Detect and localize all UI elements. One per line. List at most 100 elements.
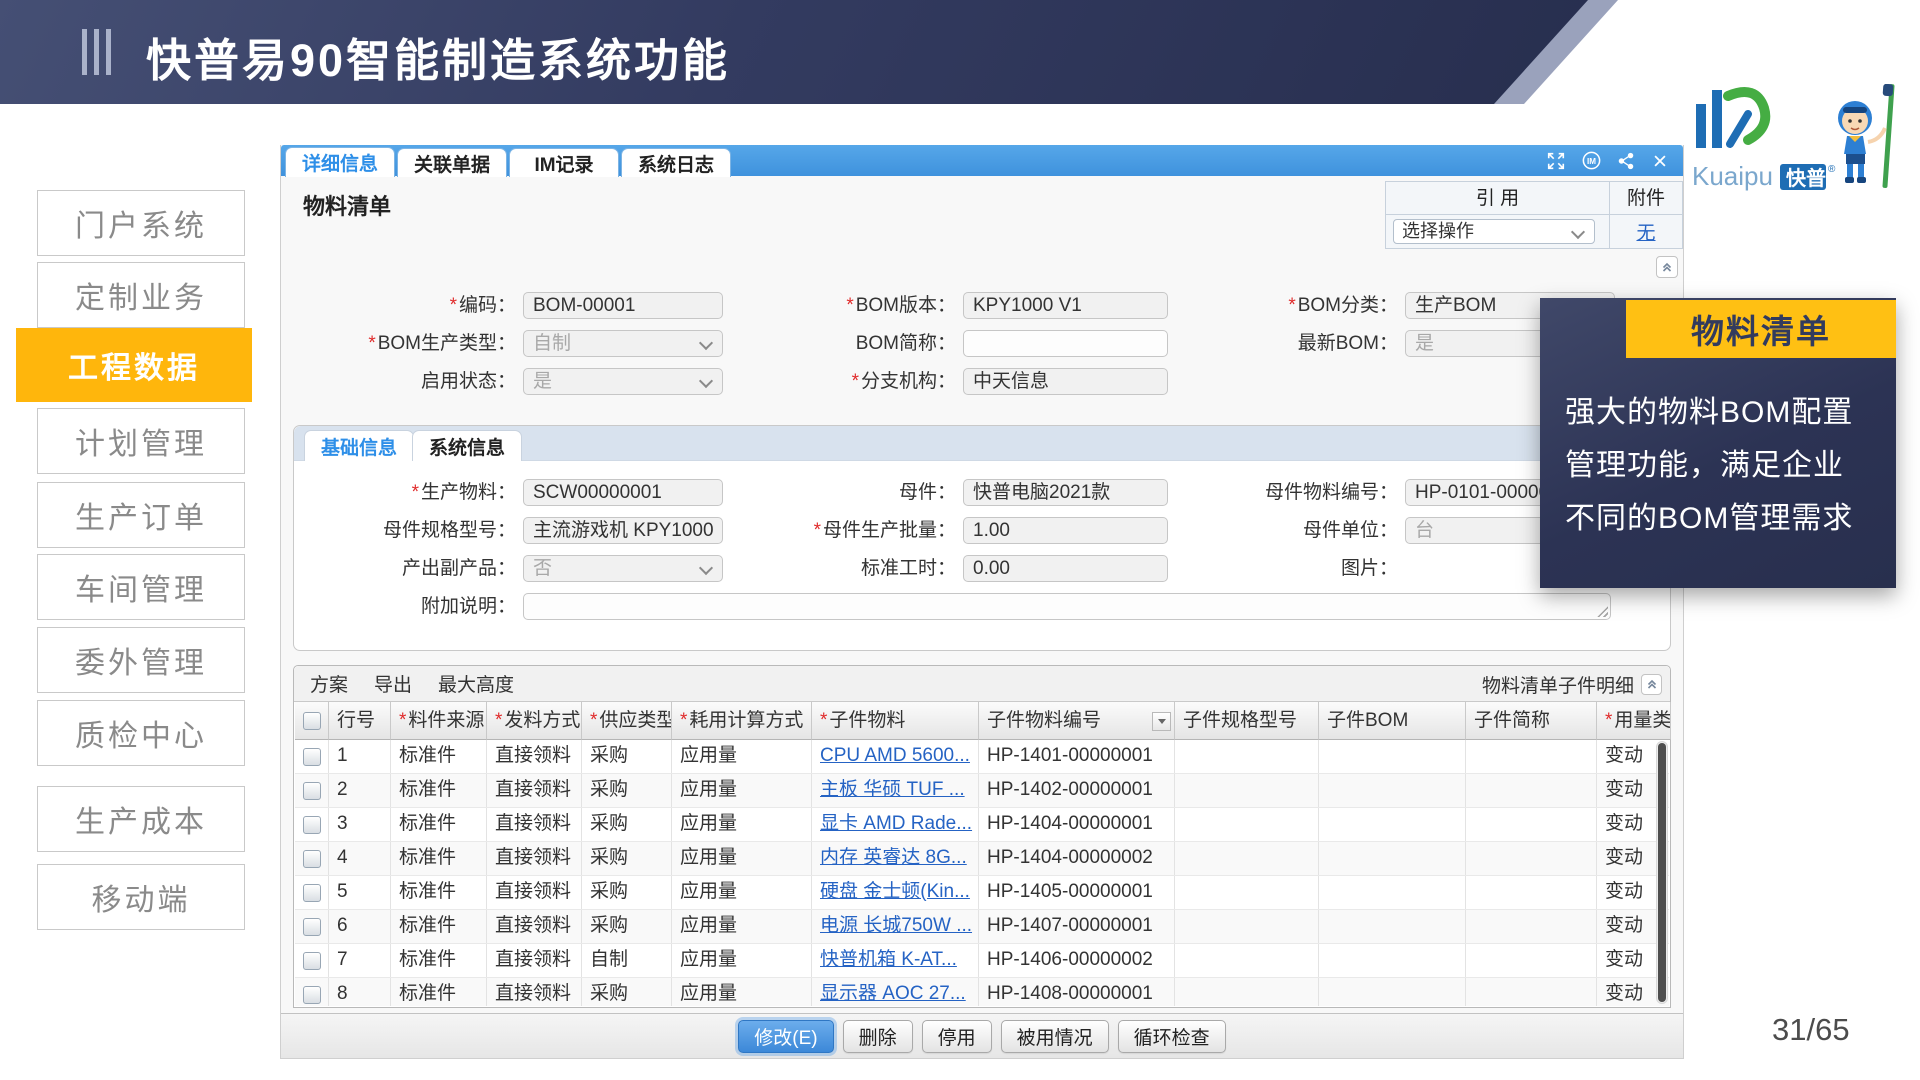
footer-button-1[interactable]: 修改(E) — [738, 1020, 833, 1053]
im-icon[interactable]: IM — [1580, 149, 1603, 172]
field-input[interactable]: KPY1000 V1 — [963, 292, 1168, 319]
field-select[interactable]: 自制 — [523, 330, 723, 357]
field-input[interactable]: 主流游戏机 KPY1000 — [523, 517, 723, 544]
column-header-11[interactable]: *用量类型 — [1597, 702, 1671, 740]
table-cell: 直接领料 — [487, 740, 582, 773]
share-icon[interactable] — [1614, 149, 1637, 172]
field-input[interactable] — [963, 330, 1168, 357]
child-material-link[interactable]: 显卡 AMD Rade... — [820, 813, 972, 834]
toolbar-item-1[interactable]: 方案 — [310, 670, 348, 697]
attachment-link[interactable]: 无 — [1636, 218, 1655, 245]
collapse-section-button[interactable] — [1656, 256, 1678, 278]
table-row[interactable]: 6标准件直接领料采购应用量电源 长城750W ...HP-1407-000000… — [295, 910, 1669, 944]
field-input[interactable]: BOM-00001 — [523, 292, 723, 319]
field-input[interactable]: 0.00 — [963, 555, 1168, 582]
field-select[interactable]: 否 — [523, 555, 723, 582]
sidebar-item-7[interactable]: 委外管理 — [37, 627, 245, 693]
table-cell: 自制 — [582, 944, 672, 977]
column-header-8[interactable]: 子件规格型号 — [1175, 702, 1319, 740]
sidebar-item-4[interactable]: 计划管理 — [37, 408, 245, 474]
field-select[interactable]: 是 — [523, 368, 723, 395]
row-checkbox[interactable] — [303, 918, 321, 936]
child-material-link[interactable]: 电源 长城750W ... — [820, 915, 972, 936]
select-all-checkbox[interactable] — [303, 712, 321, 730]
sidebar-item-10[interactable]: 移动端 — [37, 864, 245, 930]
resize-grip[interactable] — [1597, 606, 1608, 617]
basic-tab-2[interactable]: 系统信息 — [412, 430, 522, 461]
sidebar-item-2[interactable]: 定制业务 — [37, 262, 245, 328]
window-tab-3[interactable]: IM记录 — [509, 148, 619, 177]
table-row[interactable]: 8标准件直接领料采购应用量显示器 AOC 27...HP-1408-000000… — [295, 978, 1669, 1006]
close-icon[interactable] — [1648, 149, 1671, 172]
table-scrollbar[interactable] — [1656, 741, 1668, 1004]
window-tab-2[interactable]: 关联单据 — [397, 148, 507, 177]
row-checkbox[interactable] — [303, 986, 321, 1004]
row-checkbox[interactable] — [303, 952, 321, 970]
row-checkbox[interactable] — [303, 748, 321, 766]
field-textarea[interactable] — [523, 593, 1611, 620]
table-cell — [1319, 774, 1466, 807]
fullscreen-icon[interactable] — [1544, 149, 1567, 172]
sidebar-item-1[interactable]: 门户系统 — [37, 190, 245, 256]
row-checkbox[interactable] — [303, 816, 321, 834]
table-row[interactable]: 2标准件直接领料采购应用量主板 华硕 TUF ...HP-1402-000000… — [295, 774, 1669, 808]
operation-select[interactable]: 选择操作 — [1393, 219, 1595, 244]
column-header-1[interactable]: 行号 — [329, 702, 391, 740]
column-header-7[interactable]: 子件物料编号 — [979, 702, 1175, 740]
window-tab-1[interactable]: 详细信息 — [285, 147, 395, 177]
child-material-link[interactable]: CPU AMD 5600... — [820, 745, 970, 766]
row-checkbox[interactable] — [303, 782, 321, 800]
field-input[interactable]: 1.00 — [963, 517, 1168, 544]
cell-text: HP-1405-00000001 — [987, 881, 1153, 902]
column-header-6[interactable]: *子件物料 — [812, 702, 979, 740]
child-material-link[interactable]: 显示器 AOC 27... — [820, 983, 966, 1004]
footer-button-3[interactable]: 停用 — [922, 1020, 992, 1053]
column-header-3[interactable]: *发料方式 — [487, 702, 582, 740]
footer-button-4[interactable]: 被用情况 — [1001, 1020, 1109, 1053]
table-row[interactable]: 7标准件直接领料自制应用量快普机箱 K-AT...HP-1406-0000000… — [295, 944, 1669, 978]
toolbar-item-3[interactable]: 最大高度 — [438, 670, 514, 697]
table-row[interactable]: 5标准件直接领料采购应用量硬盘 金士顿(Kin...HP-1405-000000… — [295, 876, 1669, 910]
reference-header: 引 用 — [1386, 182, 1610, 215]
column-header-10[interactable]: 子件简称 — [1466, 702, 1597, 740]
filter-dropdown-icon[interactable] — [1152, 712, 1171, 731]
field-label: 图片： — [1181, 555, 1398, 582]
sidebar-item-5[interactable]: 生产订单 — [37, 482, 245, 548]
window-tab-4[interactable]: 系统日志 — [621, 148, 731, 177]
table-cell: HP-1402-00000001 — [979, 774, 1175, 807]
basic-tab-1[interactable]: 基础信息 — [304, 430, 414, 461]
child-material-link[interactable]: 快普机箱 K-AT... — [820, 949, 957, 970]
sidebar-item-6[interactable]: 车间管理 — [37, 554, 245, 620]
slide: 快普易90智能制造系统功能 Kuaipu 快普 ® 门户系统定制业务工程数据计划… — [0, 0, 1920, 1080]
row-checkbox[interactable] — [303, 884, 321, 902]
table-row[interactable]: 4标准件直接领料采购应用量内存 英睿达 8G...HP-1404-0000000… — [295, 842, 1669, 876]
row-checkbox[interactable] — [303, 850, 321, 868]
table-cell: 应用量 — [672, 740, 812, 773]
child-material-link[interactable]: 主板 华硕 TUF ... — [820, 779, 965, 800]
required-mark: * — [399, 710, 406, 731]
row-checkbox-cell — [295, 910, 329, 943]
toolbar-item-2[interactable]: 导出 — [374, 670, 412, 697]
scrollbar-thumb[interactable] — [1658, 743, 1666, 1002]
column-header-2[interactable]: *料件来源 — [391, 702, 487, 740]
column-header-9[interactable]: 子件BOM — [1319, 702, 1466, 740]
column-header-5[interactable]: *耗用计算方式 — [672, 702, 812, 740]
footer-button-2[interactable]: 删除 — [843, 1020, 913, 1053]
field-input[interactable]: 快普电脑2021款 — [963, 479, 1168, 506]
field-input[interactable]: 中天信息 — [963, 368, 1168, 395]
field-input[interactable]: SCW00000001 — [523, 479, 723, 506]
child-material-link[interactable]: 硬盘 金士顿(Kin... — [820, 881, 970, 902]
column-header-4[interactable]: *供应类型 — [582, 702, 672, 740]
footer-button-5[interactable]: 循环检查 — [1118, 1020, 1226, 1053]
table-row[interactable]: 3标准件直接领料采购应用量显卡 AMD Rade...HP-1404-00000… — [295, 808, 1669, 842]
column-header-label: 子件BOM — [1327, 710, 1408, 731]
sidebar-item-9[interactable]: 生产成本 — [37, 786, 245, 852]
child-material-link[interactable]: 内存 英睿达 8G... — [820, 847, 967, 868]
collapse-table-button[interactable] — [1641, 674, 1662, 695]
svg-text:IM: IM — [1587, 157, 1596, 166]
table-row[interactable]: 1标准件直接领料采购应用量CPU AMD 5600...HP-1401-0000… — [295, 740, 1669, 774]
sidebar-item-8[interactable]: 质检中心 — [37, 700, 245, 766]
field-value: SCW00000001 — [533, 482, 662, 503]
field-label: *生产物料： — [296, 479, 516, 506]
sidebar-item-3[interactable]: 工程数据 — [16, 328, 252, 402]
